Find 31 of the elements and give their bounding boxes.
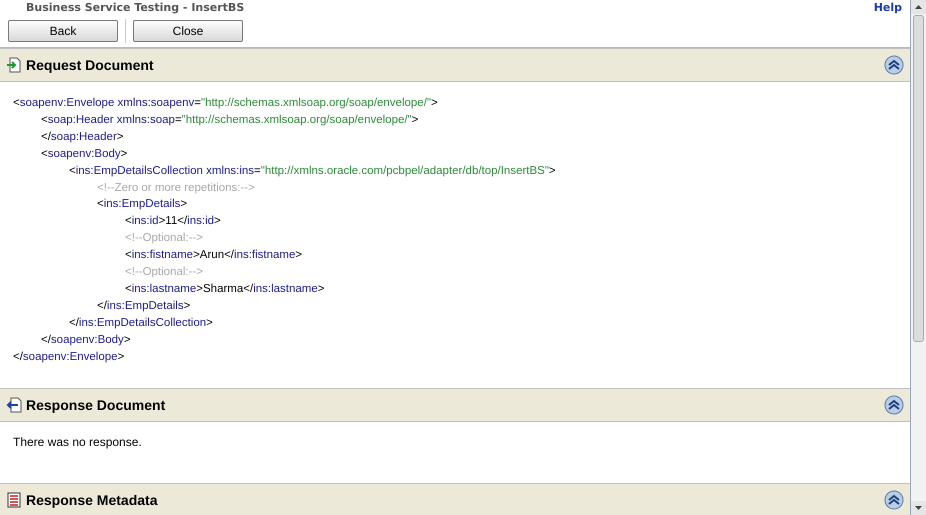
xml-line: <!--Optional:--> [125, 265, 203, 280]
section-title: Response Metadata [26, 492, 159, 508]
xml-line: <ins:lastname>Sharma</ins:lastname> [125, 282, 324, 297]
list-document-icon [6, 492, 22, 508]
response-message: There was no response. [13, 434, 143, 450]
xml-line: <soapenv:Body> [41, 146, 128, 162]
xml-line: <ins:id>11</ins:id> [125, 214, 221, 230]
toolbar-button[interactable]: Close [133, 20, 243, 42]
xml-line: <ins:EmpDetails> [97, 197, 188, 212]
toolbar-button[interactable]: Back [8, 20, 118, 42]
xml-line: </soap:Header> [41, 130, 124, 145]
section-title: Response Document [26, 396, 166, 412]
xml-line: <soapenv:Envelope xmlns:soapenv="http://schemas.xmlsoap.org/soap/envelope/"> [13, 96, 438, 111]
xml-line: <soap:Header xmlns:soap="http://schemas.xmlsoap.org/soap/envelope/"> [41, 112, 418, 128]
xml-line: </soapenv:Body> [41, 332, 131, 348]
window-title: Business Service Testing - InsertBS [26, 0, 244, 14]
xml-line: </ins:EmpDetailsCollection> [69, 316, 213, 331]
collapse-toggle-icon[interactable] [884, 394, 904, 414]
xml-line: <ins:fistname>Arun</ins:fistname> [125, 248, 302, 264]
xml-line: <ins:EmpDetailsCollection xmlns:ins="http://xmlns.oracle.com/pcbpel/adapter/db/top/InsertBS"> [69, 164, 556, 179]
vertical-scrollbar[interactable] [911, 0, 926, 515]
collapse-toggle-icon[interactable] [884, 490, 904, 510]
document-arrow-in-icon [6, 57, 22, 73]
help-link[interactable]: Help [874, 0, 902, 14]
section-title: Request Document [26, 57, 155, 73]
collapse-toggle-icon[interactable] [884, 55, 904, 75]
xml-line: </soapenv:Envelope> [13, 350, 124, 365]
xml-line: <!--Zero or more repetitions:--> [97, 180, 255, 196]
document-arrow-out-icon [6, 396, 22, 412]
xml-line: <!--Optional:--> [125, 231, 203, 246]
xml-line: </ins:EmpDetails> [97, 298, 190, 314]
